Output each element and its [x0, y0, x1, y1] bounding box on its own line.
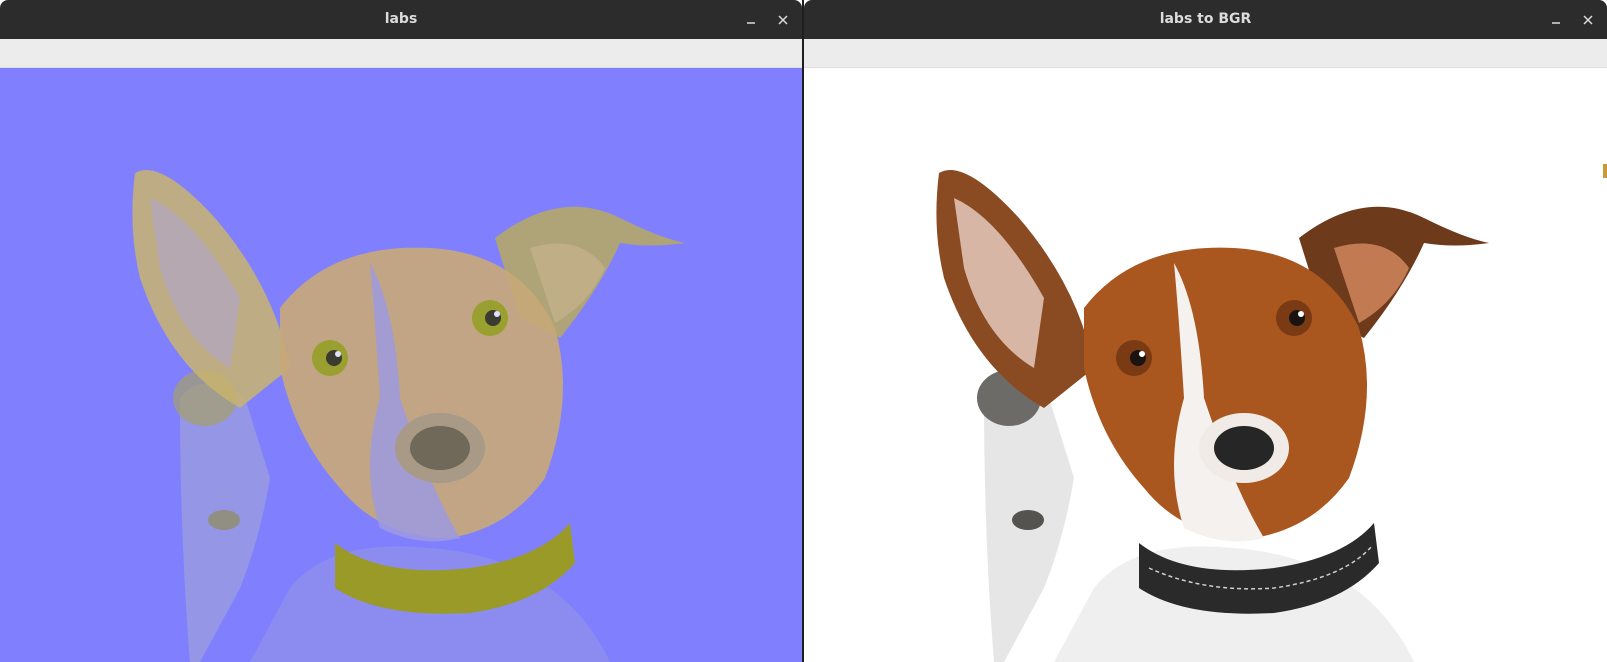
close-button[interactable]: [1577, 9, 1599, 31]
image-canvas: [0, 68, 802, 662]
minimize-icon: [1552, 22, 1560, 24]
title-bar[interactable]: labs: [0, 0, 802, 40]
window-title: labs: [384, 11, 418, 27]
dog-photo-bgr: [936, 170, 1489, 662]
image-window-labs: labs: [0, 0, 802, 662]
close-icon: [778, 15, 788, 25]
window-edge-accent: [1603, 164, 1607, 178]
minimize-icon: [747, 22, 755, 24]
toolbar: [804, 39, 1607, 68]
minimize-button[interactable]: [1545, 9, 1567, 31]
title-bar[interactable]: labs to BGR: [804, 0, 1607, 40]
window-title: labs to BGR: [1159, 11, 1252, 27]
image-window-labs-to-bgr: labs to BGR: [804, 0, 1607, 662]
close-icon: [1583, 15, 1593, 25]
toolbar: [0, 39, 802, 68]
close-button[interactable]: [772, 9, 794, 31]
dog-photo-lab-colorspace: [132, 170, 685, 662]
image-canvas: [804, 68, 1607, 662]
minimize-button[interactable]: [740, 9, 762, 31]
